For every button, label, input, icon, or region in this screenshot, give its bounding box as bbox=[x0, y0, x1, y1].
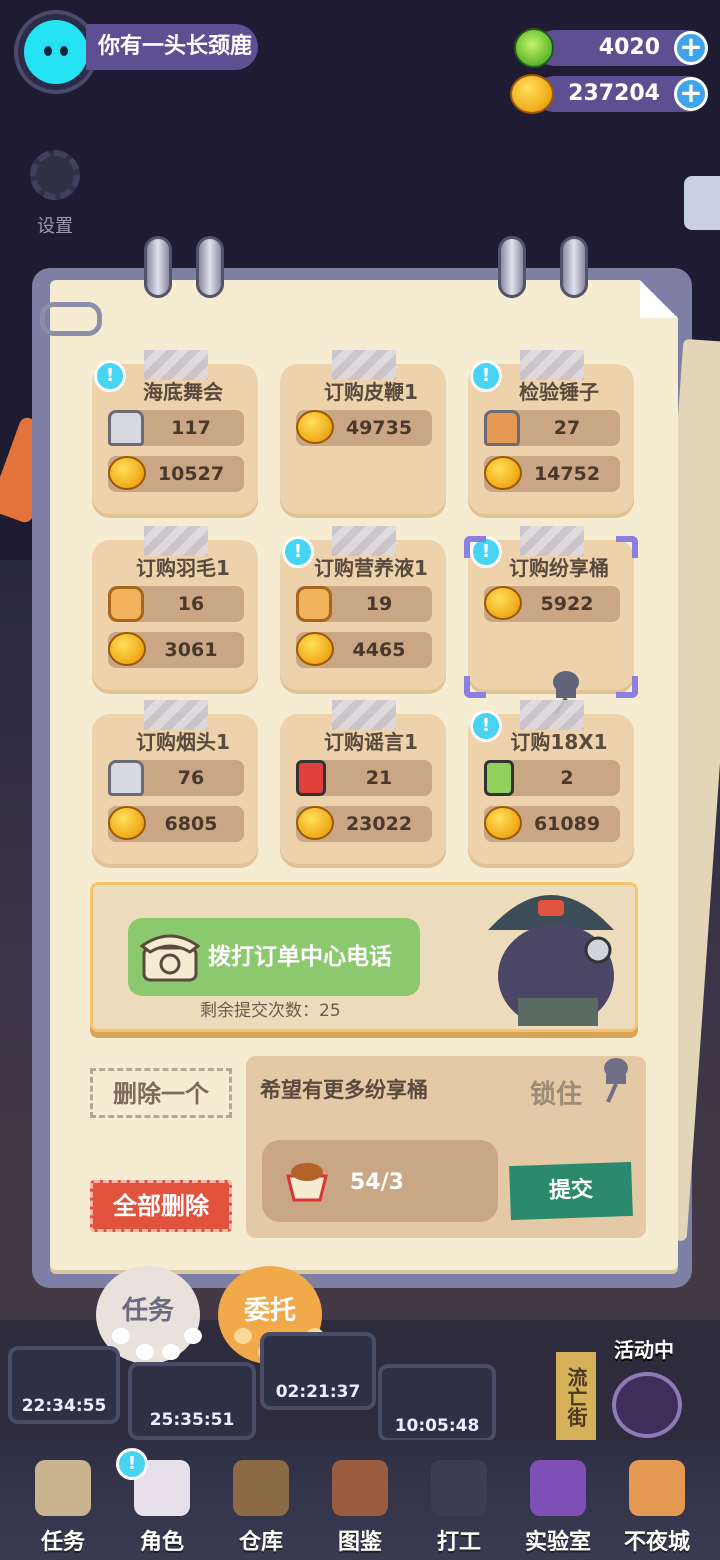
paw-toe bbox=[184, 1328, 202, 1344]
activity-label[interactable]: 活动中 bbox=[600, 1330, 688, 1370]
order-progress: 54/3 bbox=[350, 1170, 404, 1195]
order-title: 订购烟头1 bbox=[136, 730, 230, 754]
telephone-icon bbox=[139, 934, 201, 982]
gear-icon[interactable] bbox=[30, 150, 80, 200]
timer-label: 22:34:55 bbox=[21, 1396, 107, 1416]
selection-corner bbox=[464, 676, 486, 698]
paw-toe bbox=[136, 1344, 154, 1360]
nav-item[interactable]: 图鉴 bbox=[312, 1460, 408, 1556]
nut-icon bbox=[108, 586, 144, 622]
green-battery-icon bbox=[484, 760, 514, 796]
order-title: 订购谣言1 bbox=[324, 730, 418, 754]
bolt-icon bbox=[108, 410, 144, 446]
nav-item-label: 不夜城 bbox=[623, 1530, 690, 1555]
coin-icon bbox=[296, 632, 334, 666]
nav-item-label: 实验室 bbox=[524, 1530, 591, 1555]
coin-icon bbox=[510, 74, 554, 114]
paperclip-icon bbox=[40, 302, 102, 336]
username-label: 你有一头长颈鹿 bbox=[86, 24, 258, 70]
delete-all-button[interactable]: 全部删除 bbox=[90, 1180, 232, 1232]
paw-toe bbox=[234, 1328, 252, 1344]
page-fold bbox=[640, 280, 678, 318]
order-detail-title: 希望有更多纷享桶 bbox=[260, 1078, 428, 1102]
nav-item-label: 角色 bbox=[139, 1530, 184, 1555]
alert-icon: ! bbox=[282, 536, 314, 568]
pin-icon[interactable] bbox=[598, 1056, 634, 1104]
order-title: 订购羽毛1 bbox=[136, 556, 230, 580]
side-menu-tab[interactable] bbox=[684, 176, 720, 230]
timer-label: 10:05:48 bbox=[394, 1416, 480, 1436]
coin-icon bbox=[296, 806, 334, 840]
alert-icon: ! bbox=[470, 360, 502, 392]
nut-icon bbox=[296, 586, 332, 622]
nav-item[interactable]: 仓库 bbox=[213, 1460, 309, 1556]
submit-button[interactable]: 提交 bbox=[509, 1161, 633, 1221]
add-coins-button[interactable]: + bbox=[674, 77, 708, 111]
ring-clip bbox=[560, 236, 588, 298]
avatar[interactable] bbox=[24, 20, 88, 84]
nav-item[interactable]: 不夜城 bbox=[609, 1460, 705, 1556]
red-battery-icon bbox=[296, 760, 326, 796]
nav-item-label: 图鉴 bbox=[337, 1530, 382, 1555]
nav-item-icon bbox=[332, 1460, 388, 1516]
order-title: 订购皮鞭1 bbox=[324, 380, 418, 404]
nav-item-label: 打工 bbox=[436, 1530, 481, 1555]
coin-icon bbox=[484, 586, 522, 620]
nav-item-label: 仓库 bbox=[238, 1530, 283, 1555]
lock-button[interactable]: 锁住 bbox=[530, 1074, 582, 1111]
gem-icon bbox=[514, 28, 554, 68]
ring-clip bbox=[498, 236, 526, 298]
ring-clip bbox=[144, 236, 172, 298]
alert-icon: ! bbox=[470, 710, 502, 742]
street-sign[interactable]: 流亡街 bbox=[556, 1352, 596, 1442]
coin-icon bbox=[108, 632, 146, 666]
bronze-bolt-icon bbox=[484, 410, 520, 446]
coin-icon bbox=[484, 456, 522, 490]
nav-item[interactable]: 实验室 bbox=[510, 1460, 606, 1556]
nav-item[interactable]: 打工 bbox=[411, 1460, 507, 1556]
selection-corner bbox=[616, 676, 638, 698]
delete-one-button[interactable]: 删除一个 bbox=[90, 1068, 232, 1118]
nav-item-icon bbox=[35, 1460, 91, 1516]
bolt-icon bbox=[108, 760, 144, 796]
nav-item-icon bbox=[530, 1460, 586, 1516]
alert-icon: ! bbox=[94, 360, 126, 392]
timer-label: 02:21:37 bbox=[275, 1382, 361, 1402]
nav-item-label: 任务 bbox=[40, 1530, 85, 1555]
operator-crow-mascot bbox=[488, 895, 614, 1026]
remaining-submissions: 剩余提交次数：25 bbox=[200, 1001, 341, 1021]
coin-icon bbox=[484, 806, 522, 840]
coin-icon bbox=[108, 456, 146, 490]
nav-item-icon bbox=[233, 1460, 289, 1516]
alert-icon: ! bbox=[116, 1448, 148, 1480]
add-gems-button[interactable]: + bbox=[674, 31, 708, 65]
ring-clip bbox=[196, 236, 224, 298]
settings-label: 设置 bbox=[37, 216, 73, 237]
coin-icon bbox=[296, 410, 334, 444]
tab-commission-label: 委托 bbox=[243, 1296, 296, 1326]
coin-icon bbox=[108, 806, 146, 840]
paw-toe bbox=[162, 1344, 180, 1360]
portal-icon[interactable] bbox=[612, 1372, 682, 1438]
selection-corner bbox=[464, 536, 486, 558]
selection-corner bbox=[616, 536, 638, 558]
nav-item-icon bbox=[629, 1460, 685, 1516]
bucket-meal-icon bbox=[286, 1163, 328, 1202]
tab-task-label: 任务 bbox=[121, 1296, 174, 1326]
nav-item[interactable]: 任务 bbox=[15, 1460, 111, 1556]
paw-toe bbox=[112, 1328, 130, 1344]
timer-label: 25:35:51 bbox=[149, 1410, 235, 1430]
nav-item-icon bbox=[431, 1460, 487, 1516]
